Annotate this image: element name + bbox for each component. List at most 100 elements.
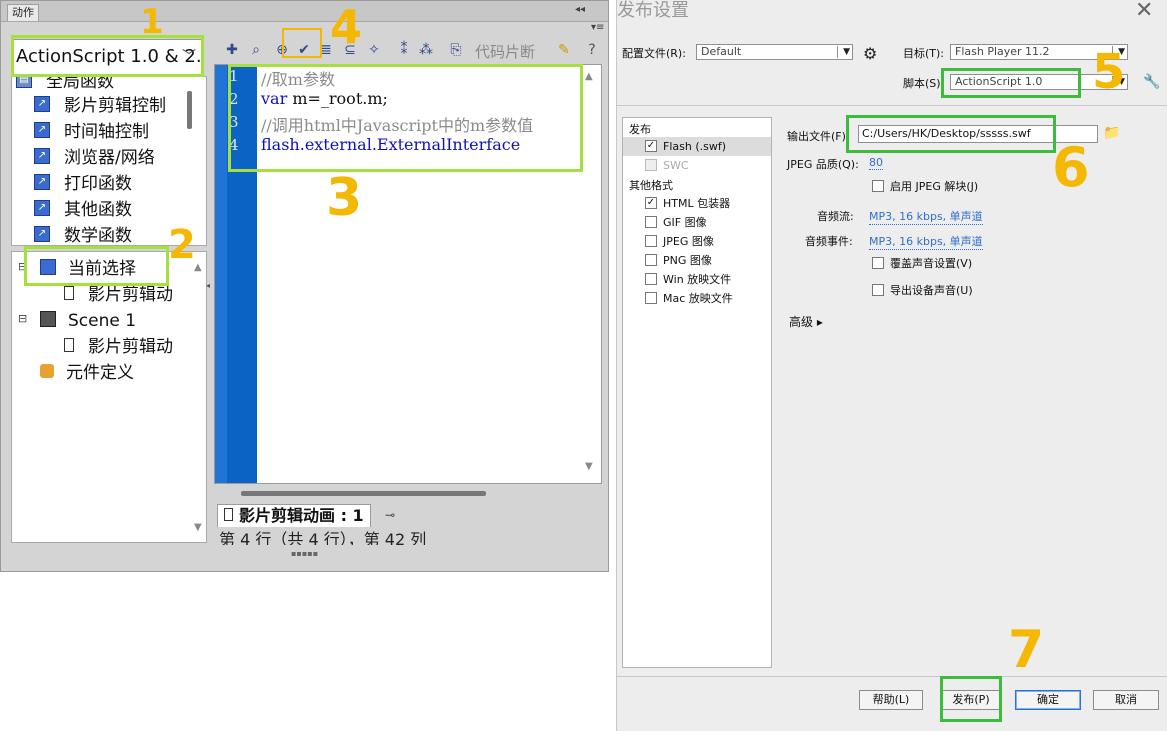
toolbox-item[interactable]: ↗ 打印函数: [34, 171, 132, 197]
script-label: 脚本(S):: [903, 77, 945, 90]
select-divider: [837, 46, 838, 58]
ok-button[interactable]: 确定: [1015, 690, 1081, 710]
tree-item-symbol-definitions[interactable]: 元件定义: [40, 360, 134, 386]
annotation-box-5: [941, 68, 1081, 98]
scroll-down-icon[interactable]: ▼: [585, 461, 593, 472]
checkbox[interactable]: [645, 273, 657, 285]
annotation-number-5: 5: [1092, 44, 1126, 100]
actions-tabbar: 动作 ◂◂ ▾≡: [1, 1, 608, 33]
format-item-swc: SWC: [623, 156, 771, 175]
toolbox-scrollbar[interactable]: [187, 91, 192, 129]
format-item-mac[interactable]: Mac 放映文件: [623, 289, 771, 308]
collapse-icon[interactable]: ◂◂: [575, 5, 585, 15]
toolbox-item[interactable]: ↗ 浏览器/网络: [34, 145, 155, 171]
format-item-png[interactable]: PNG 图像: [623, 251, 771, 270]
annotation-box-2: [24, 246, 169, 286]
symbol-icon: [40, 364, 54, 378]
cancel-button[interactable]: 取消: [1093, 690, 1159, 710]
divider: [617, 105, 1167, 106]
annotation-box-7: [940, 676, 1002, 722]
resize-grip-icon[interactable]: ▪▪▪▪▪: [291, 549, 318, 558]
checkbox-checked[interactable]: ✓: [645, 197, 657, 209]
format-item-html[interactable]: ✓ HTML 包装器: [623, 194, 771, 213]
debug-options-icon[interactable]: ✧: [365, 41, 383, 59]
format-item-gif[interactable]: GIF 图像: [623, 213, 771, 232]
toolbox-item[interactable]: ↗ 其他函数: [34, 197, 132, 223]
frame-icon: [64, 286, 74, 300]
pane-splitter-icon[interactable]: ◂: [206, 281, 214, 301]
pin-script-icon[interactable]: ⊸: [385, 508, 395, 522]
annotation-number-2: 2: [168, 222, 196, 268]
chevron-down-icon: ▼: [843, 47, 850, 57]
folder-icon[interactable]: 📁: [1103, 125, 1120, 141]
script-assist-icon[interactable]: ✎: [555, 41, 573, 59]
audio-event-value[interactable]: MP3, 16 kbps, 单声道: [869, 233, 983, 250]
find-icon[interactable]: ⌕: [247, 41, 265, 59]
frame-icon: [224, 508, 233, 521]
format-item-flash[interactable]: ✓ Flash (.swf): [623, 137, 771, 156]
annotation-number-4: 4: [330, 0, 363, 54]
audio-event-label: 音频事件:: [805, 235, 853, 248]
output-file-label: 输出文件(F):: [787, 130, 850, 143]
checkbox[interactable]: [645, 254, 657, 266]
audio-stream-label: 音频流:: [817, 210, 854, 223]
jpeg-quality-value[interactable]: 80: [869, 156, 883, 170]
actions-toolbox-list: ▤ 全局函数 ↗ 影片剪辑控制 ↗ 时间轴控制 ↗ 浏览器/网络 ↗ 打印函数 ↗ 其他函数…: [11, 76, 207, 246]
code-horizontal-scrollbar[interactable]: [241, 491, 486, 496]
snippet-icon[interactable]: ⎘: [447, 41, 465, 59]
status-line: 第 4 行（共 4 行），第 42 列: [219, 530, 427, 545]
close-icon[interactable]: ✕: [1135, 0, 1153, 23]
checkbox[interactable]: [872, 257, 884, 269]
code-snippets-button[interactable]: 代码片断: [475, 41, 535, 62]
checkbox[interactable]: [645, 235, 657, 247]
format-item-win[interactable]: Win 放映文件: [623, 270, 771, 289]
book-icon: ↗: [34, 148, 50, 164]
toolbox-item[interactable]: ↗ 时间轴控制: [34, 119, 149, 145]
section-header: 发布: [629, 123, 651, 136]
enable-jpeg-deblock-option[interactable]: 启用 JPEG 解块(J): [872, 178, 978, 194]
panel-menu-icon[interactable]: ▾≡: [591, 23, 604, 33]
gear-icon[interactable]: ⚙: [863, 44, 877, 63]
book-icon: ↗: [34, 226, 50, 242]
collapse-between-icon[interactable]: ⁑: [395, 41, 413, 59]
help-icon[interactable]: ?: [583, 41, 601, 59]
annotation-number-3: 3: [326, 168, 363, 228]
annotation-box-3: [228, 64, 583, 172]
checkbox-checked[interactable]: ✓: [645, 140, 657, 152]
checkbox[interactable]: [645, 216, 657, 228]
tree-toggle-icon[interactable]: ⊟: [18, 312, 27, 325]
book-icon: ▤: [16, 77, 32, 88]
checkbox[interactable]: [872, 284, 884, 296]
publish-settings-dialog: 发布设置 ✕ 配置文件(R): Default ▼ ⚙ 目标(T): Flash…: [616, 0, 1167, 731]
script-tab[interactable]: 影片剪辑动画 : 1: [217, 504, 371, 527]
toolbox-item[interactable]: ↗ 影片剪辑控制: [34, 93, 166, 119]
collapse-selection-icon[interactable]: ⁂: [417, 41, 435, 59]
annotation-number-1: 1: [140, 2, 164, 42]
help-button[interactable]: 帮助(L): [859, 690, 923, 710]
section-header: 其他格式: [629, 179, 673, 192]
toolbox-item[interactable]: ↗ 数学函数: [34, 223, 132, 245]
checkbox-disabled: [645, 159, 657, 171]
override-sound-option[interactable]: 覆盖声音设置(V): [872, 255, 972, 271]
scene-icon: [40, 311, 56, 327]
tree-item-scene[interactable]: Scene 1: [40, 308, 136, 334]
export-device-sound-option[interactable]: 导出设备声音(U): [872, 282, 973, 298]
checkbox[interactable]: [872, 180, 884, 192]
scroll-down-icon[interactable]: ▼: [194, 522, 202, 533]
annotation-box-4: [282, 28, 322, 58]
tab-actions[interactable]: 动作: [7, 4, 39, 21]
book-icon: ↗: [34, 200, 50, 216]
profile-select-value: Default: [701, 45, 742, 58]
checkbox[interactable]: [645, 292, 657, 304]
tree-item-movieclip[interactable]: 影片剪辑动: [64, 334, 173, 360]
wrench-icon[interactable]: 🔧: [1143, 74, 1160, 90]
audio-stream-value[interactable]: MP3, 16 kbps, 单声道: [869, 208, 983, 225]
annotation-number-6: 6: [1052, 136, 1090, 199]
scroll-up-icon[interactable]: ▲: [585, 71, 593, 82]
profile-select[interactable]: Default ▼: [696, 44, 853, 60]
frame-icon: [64, 338, 74, 352]
format-item-jpeg[interactable]: JPEG 图像: [623, 232, 771, 251]
advanced-toggle[interactable]: 高级 ▸: [789, 313, 823, 330]
add-statement-icon[interactable]: ✚: [223, 41, 241, 59]
jpeg-quality-label: JPEG 品质(Q):: [787, 158, 859, 171]
